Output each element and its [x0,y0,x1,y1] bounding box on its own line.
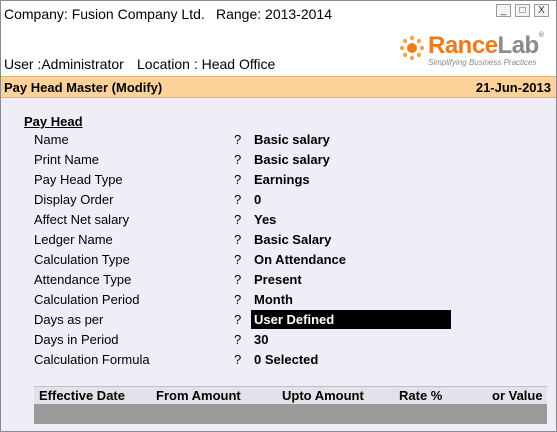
window-border [0,0,557,432]
